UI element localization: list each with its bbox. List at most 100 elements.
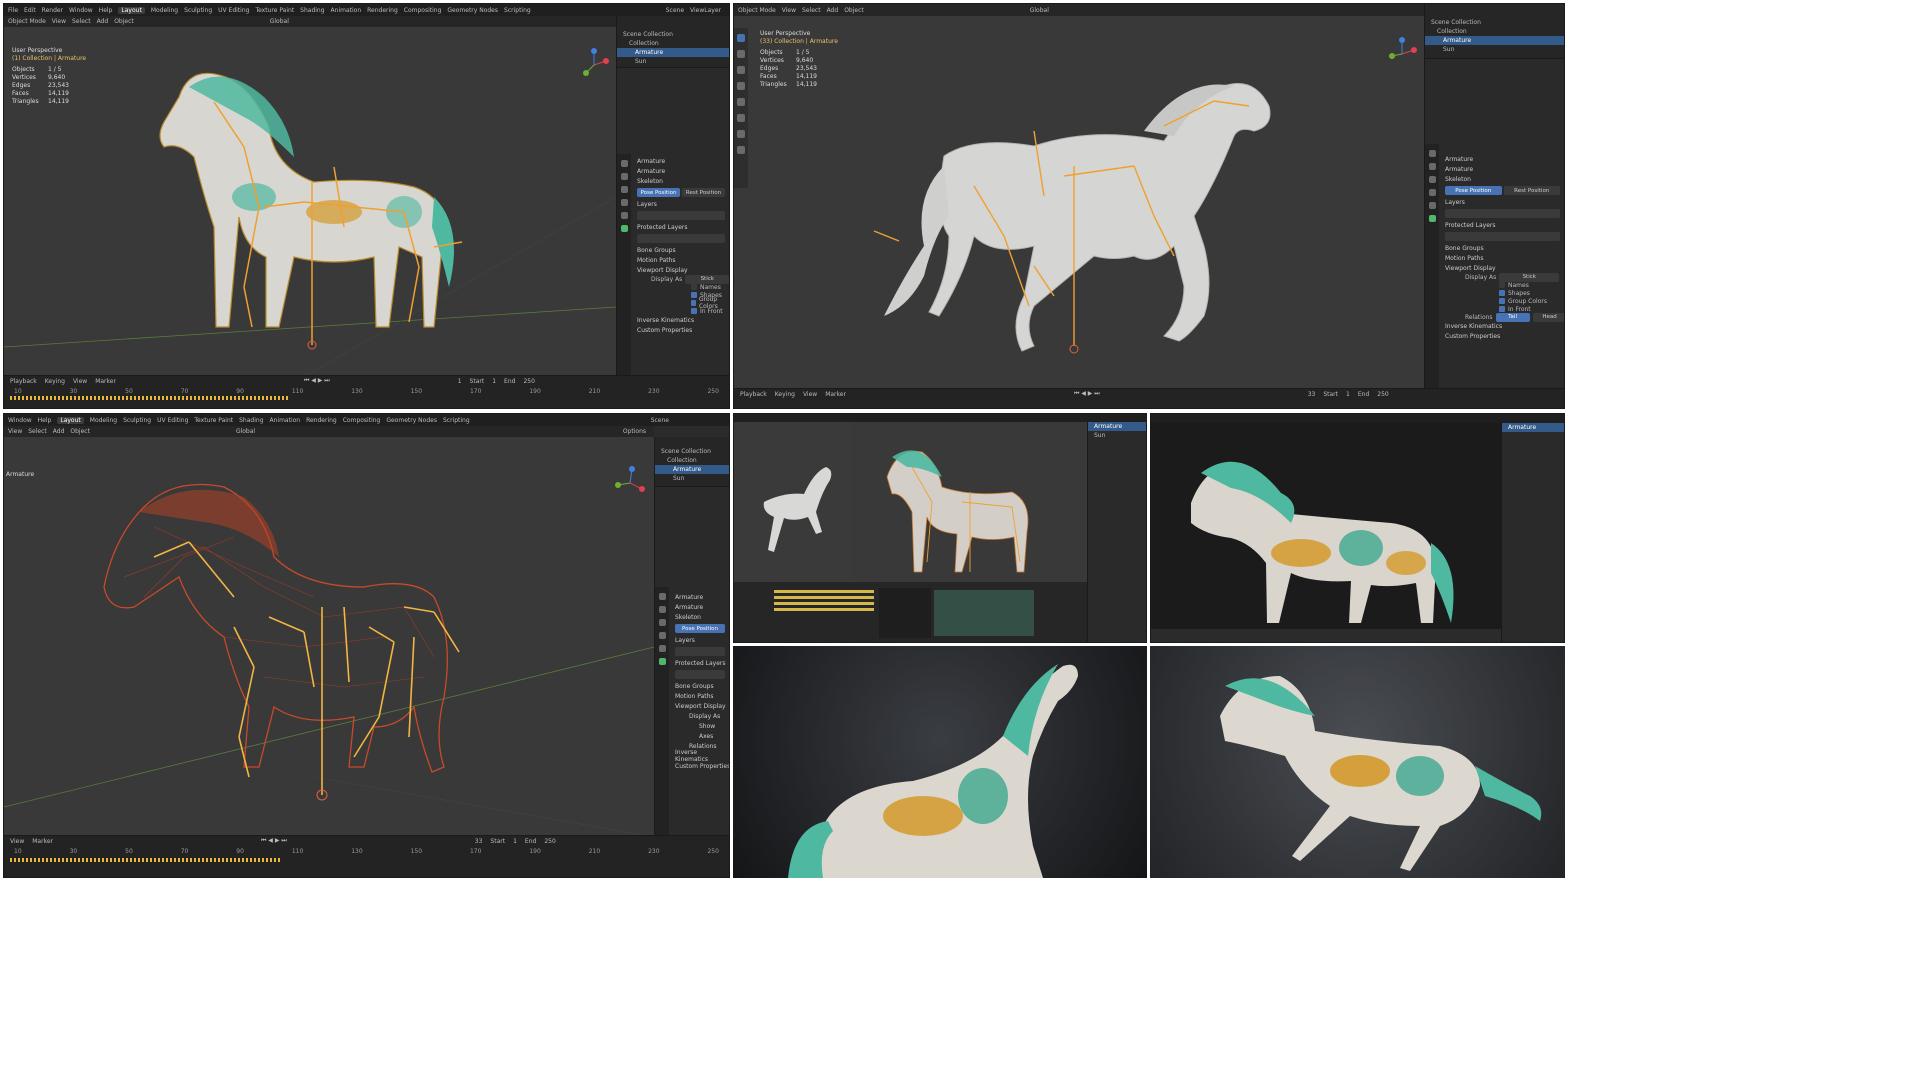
tab-animation[interactable]: Animation bbox=[270, 417, 301, 424]
keying-menu[interactable]: Keying bbox=[775, 391, 795, 398]
outliner-collection[interactable]: Collection bbox=[617, 39, 729, 48]
group-colors-checkbox[interactable] bbox=[1499, 298, 1505, 304]
output-tab-icon[interactable] bbox=[1428, 176, 1436, 183]
tab-rendering[interactable]: Rendering bbox=[367, 7, 398, 14]
mode-dropdown[interactable]: Object Mode bbox=[738, 7, 776, 14]
scene-tab-icon[interactable] bbox=[620, 199, 628, 206]
select-menu[interactable]: Select bbox=[72, 18, 91, 25]
outliner-armature[interactable]: Armature bbox=[1088, 422, 1146, 431]
armature-data-tab-icon[interactable] bbox=[658, 658, 666, 665]
menu-file[interactable]: File bbox=[8, 7, 18, 14]
relations-head-button[interactable]: Head bbox=[1532, 312, 1564, 322]
scene-selector[interactable]: Scene bbox=[651, 417, 729, 424]
tab-layout[interactable]: Layout bbox=[118, 6, 145, 14]
outliner-sun[interactable]: Sun bbox=[1088, 431, 1146, 440]
dope-sheet[interactable] bbox=[734, 582, 1087, 642]
navigation-gizmo[interactable] bbox=[1384, 36, 1420, 72]
skeleton-panel-header[interactable]: Skeleton bbox=[669, 612, 729, 622]
rendered-viewport[interactable] bbox=[1151, 423, 1501, 629]
object-menu[interactable]: Object bbox=[844, 7, 864, 14]
tab-scripting[interactable]: Scripting bbox=[443, 417, 470, 424]
outliner-armature[interactable]: Armature bbox=[617, 48, 729, 57]
frame-ruler[interactable]: 10 30 50 70 90 110 130 150 170 190 210 230 250 bbox=[4, 386, 729, 396]
tool-tab-icon[interactable] bbox=[620, 160, 628, 167]
end-frame-field[interactable]: 250 bbox=[1377, 391, 1388, 398]
render-tab-icon[interactable] bbox=[1428, 163, 1436, 170]
pose-position-button[interactable]: Pose Position bbox=[637, 188, 680, 197]
armature-data-tab-icon[interactable] bbox=[620, 225, 628, 232]
inverse-kinematics-panel[interactable]: Inverse Kinematics bbox=[1439, 321, 1564, 331]
outliner-sun[interactable]: Sun bbox=[1425, 45, 1564, 54]
tab-modeling[interactable]: Modeling bbox=[90, 417, 117, 424]
outliner-collection[interactable]: Collection bbox=[655, 456, 729, 465]
motion-paths-panel[interactable]: Motion Paths bbox=[631, 255, 729, 265]
outliner-armature[interactable]: Armature bbox=[1425, 36, 1564, 45]
playback-controls[interactable]: ⏮ ◀ ▶ ⏭ bbox=[304, 377, 330, 385]
start-frame-field[interactable]: 1 bbox=[513, 838, 517, 845]
output-tab-icon[interactable] bbox=[658, 619, 666, 626]
navigation-gizmo[interactable] bbox=[576, 47, 612, 83]
outliner-sun[interactable]: Sun bbox=[617, 57, 729, 66]
frame-ruler[interactable]: 10 30 50 70 90 110 130 150 170 190 210 230 250 bbox=[4, 846, 729, 856]
layer-grid[interactable] bbox=[675, 647, 725, 656]
shapes-checkbox[interactable] bbox=[1499, 290, 1505, 296]
rest-position-button[interactable]: Rest Position bbox=[682, 188, 725, 197]
skeleton-panel-header[interactable]: Skeleton bbox=[1439, 174, 1564, 184]
mode-dropdown[interactable]: Object Mode bbox=[8, 18, 46, 25]
current-frame-field[interactable]: 1 bbox=[458, 378, 462, 385]
group-colors-checkbox[interactable] bbox=[691, 300, 696, 306]
add-menu[interactable]: Add bbox=[53, 428, 65, 435]
playback-controls[interactable]: ⏮ ◀ ▶ ⏭ bbox=[261, 837, 287, 845]
menu-window[interactable]: Window bbox=[8, 417, 32, 424]
marker-menu[interactable]: Marker bbox=[95, 378, 116, 385]
viewport-display-panel[interactable]: Viewport Display bbox=[631, 265, 729, 275]
playback-menu[interactable]: Playback bbox=[740, 391, 767, 398]
viewport-display-panel[interactable]: Viewport Display bbox=[669, 701, 729, 711]
add-menu[interactable]: Add bbox=[827, 7, 839, 14]
view-menu[interactable]: View bbox=[782, 7, 796, 14]
props-data-name[interactable]: Armature bbox=[631, 166, 729, 176]
scene-tab-icon[interactable] bbox=[658, 632, 666, 639]
tab-layout[interactable]: Layout bbox=[57, 416, 84, 424]
in-front-checkbox[interactable] bbox=[691, 308, 697, 314]
tab-modeling[interactable]: Modeling bbox=[151, 7, 178, 14]
custom-properties-panel[interactable]: Custom Properties bbox=[631, 325, 729, 335]
view-menu[interactable]: View bbox=[52, 18, 66, 25]
pose-position-button[interactable]: Pose Position bbox=[1445, 186, 1502, 195]
layer-grid[interactable] bbox=[637, 211, 725, 220]
timeline-view-menu[interactable]: View bbox=[10, 838, 24, 845]
end-frame-field[interactable]: 250 bbox=[523, 378, 534, 385]
inverse-kinematics-panel[interactable]: Inverse Kinematics bbox=[669, 749, 729, 763]
tab-geometry-nodes[interactable]: Geometry Nodes bbox=[386, 417, 437, 424]
render-tab-icon[interactable] bbox=[620, 173, 628, 180]
view-menu[interactable]: View bbox=[8, 428, 22, 435]
names-checkbox[interactable] bbox=[691, 284, 697, 290]
object-menu[interactable]: Object bbox=[114, 18, 134, 25]
timeline-view-menu[interactable]: View bbox=[803, 391, 817, 398]
select-menu[interactable]: Select bbox=[28, 428, 47, 435]
tab-uv-editing[interactable]: UV Editing bbox=[157, 417, 188, 424]
tab-compositing[interactable]: Compositing bbox=[404, 7, 442, 14]
render-tab-icon[interactable] bbox=[658, 606, 666, 613]
props-data-name[interactable]: Armature bbox=[669, 602, 729, 612]
3d-viewport[interactable]: User Perspective (33) Collection | Armat… bbox=[734, 16, 1424, 390]
tab-uv-editing[interactable]: UV Editing bbox=[218, 7, 249, 14]
rest-position-button[interactable]: Rest Position bbox=[1503, 186, 1560, 195]
object-tab-icon[interactable] bbox=[658, 645, 666, 652]
tab-rendering[interactable]: Rendering bbox=[306, 417, 337, 424]
outliner-sun[interactable]: Sun bbox=[655, 474, 729, 483]
tab-texture-paint[interactable]: Texture Paint bbox=[194, 417, 233, 424]
tab-geometry-nodes[interactable]: Geometry Nodes bbox=[447, 7, 498, 14]
end-frame-field[interactable]: 250 bbox=[544, 838, 555, 845]
outliner-armature[interactable]: Armature bbox=[1502, 423, 1564, 432]
layer-grid[interactable] bbox=[1445, 209, 1560, 218]
protected-layer-grid[interactable] bbox=[1445, 232, 1560, 241]
options-dropdown[interactable]: Options bbox=[623, 428, 654, 435]
tab-sculpting[interactable]: Sculpting bbox=[184, 7, 212, 14]
marker-menu[interactable]: Marker bbox=[32, 838, 53, 845]
bone-groups-panel[interactable]: Bone Groups bbox=[631, 245, 729, 255]
tab-shading[interactable]: Shading bbox=[239, 417, 263, 424]
object-tab-icon[interactable] bbox=[1428, 202, 1436, 209]
current-frame-field[interactable]: 33 bbox=[1308, 391, 1316, 398]
outliner-scene-collection[interactable]: Scene Collection bbox=[617, 30, 729, 39]
